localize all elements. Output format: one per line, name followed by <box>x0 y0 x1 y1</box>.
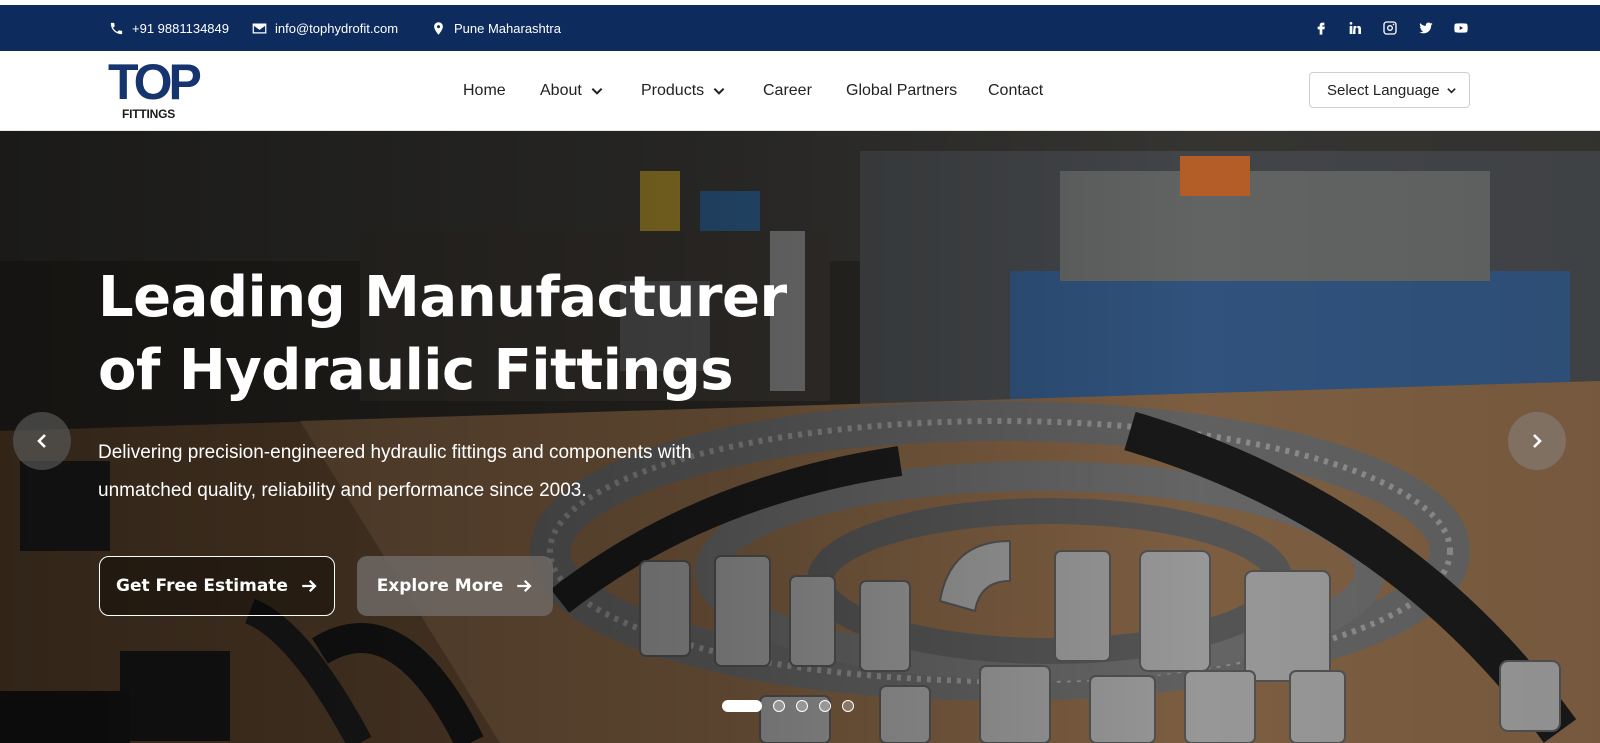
nav-home[interactable]: Home <box>463 51 506 131</box>
phone-contact[interactable]: +91 9881134849 <box>109 5 229 51</box>
logo-letters: TOP <box>108 54 202 110</box>
slider-next-button[interactable] <box>1508 412 1566 470</box>
arrow-right-icon <box>302 579 317 593</box>
hero-slider: Leading Manufacturer of Hydraulic Fittin… <box>0 131 1600 743</box>
nav-about[interactable]: About <box>540 51 604 131</box>
nav-global-partners[interactable]: Global Partners <box>846 51 957 131</box>
chevron-down-icon <box>713 87 725 95</box>
chevron-down-icon <box>1447 87 1456 93</box>
hero-description-line-2: unmatched quality, reliability and perfo… <box>98 480 587 501</box>
youtube-icon[interactable] <box>1448 5 1474 51</box>
phone-number: +91 9881134849 <box>132 20 229 36</box>
nav-contact[interactable]: Contact <box>988 51 1043 131</box>
location-info: Pune Maharashtra <box>431 5 561 51</box>
arrow-right-icon <box>517 579 532 593</box>
hero-title-line-2: of Hydraulic Fittings <box>98 338 734 403</box>
chevron-down-icon <box>591 87 603 95</box>
slider-dot-2[interactable] <box>773 700 785 712</box>
hero-description-line-1: Delivering precision-engineered hydrauli… <box>98 442 692 463</box>
slider-dot-5[interactable] <box>842 700 854 712</box>
get-free-estimate-label: Get Free Estimate <box>116 576 288 596</box>
nav-products[interactable]: Products <box>641 51 726 131</box>
logo-subtitle: FITTINGS <box>122 107 176 121</box>
hero-title: Leading Manufacturer of Hydraulic Fittin… <box>98 261 818 407</box>
hero-description: Delivering precision-engineered hydrauli… <box>98 434 738 510</box>
chevron-right-icon <box>1533 434 1542 448</box>
slider-prev-button[interactable] <box>13 412 71 470</box>
linkedin-icon[interactable] <box>1342 5 1368 51</box>
nav-home-label: Home <box>463 82 506 99</box>
nav-career[interactable]: Career <box>763 51 812 131</box>
chevron-left-icon <box>37 434 46 448</box>
nav-products-label: Products <box>641 82 705 99</box>
location-text: Pune Maharashtra <box>454 20 561 36</box>
email-address: info@tophydrofit.com <box>275 20 399 36</box>
slider-dot-1[interactable] <box>722 700 762 712</box>
company-logo[interactable]: TOP FITTINGS <box>108 54 202 125</box>
facebook-icon[interactable] <box>1308 5 1334 51</box>
nav-contact-label: Contact <box>988 82 1044 99</box>
twitter-icon[interactable] <box>1413 5 1439 51</box>
top-info-bar: +91 9881134849 info@tophydrofit.com Pune… <box>0 5 1600 51</box>
email-icon <box>252 23 267 33</box>
location-pin-icon <box>434 21 443 35</box>
nav-career-label: Career <box>763 82 812 99</box>
slider-dot-4[interactable] <box>819 700 831 712</box>
slider-pagination <box>722 700 854 712</box>
hero-title-line-1: Leading Manufacturer <box>98 265 787 330</box>
main-navbar: TOP FITTINGS Home About Products Career … <box>0 51 1600 131</box>
language-select[interactable]: Select Language <box>1309 72 1470 108</box>
nav-about-label: About <box>540 82 582 99</box>
language-select-value: Select Language <box>1327 81 1440 99</box>
slider-dot-3[interactable] <box>796 700 808 712</box>
phone-icon <box>110 22 123 34</box>
get-free-estimate-button[interactable]: Get Free Estimate <box>99 556 335 616</box>
explore-more-label: Explore More <box>376 576 504 596</box>
nav-global-partners-label: Global Partners <box>846 82 958 99</box>
explore-more-button[interactable]: Explore More <box>357 556 553 616</box>
email-contact[interactable]: info@tophydrofit.com <box>252 5 398 51</box>
instagram-icon[interactable] <box>1377 5 1403 51</box>
